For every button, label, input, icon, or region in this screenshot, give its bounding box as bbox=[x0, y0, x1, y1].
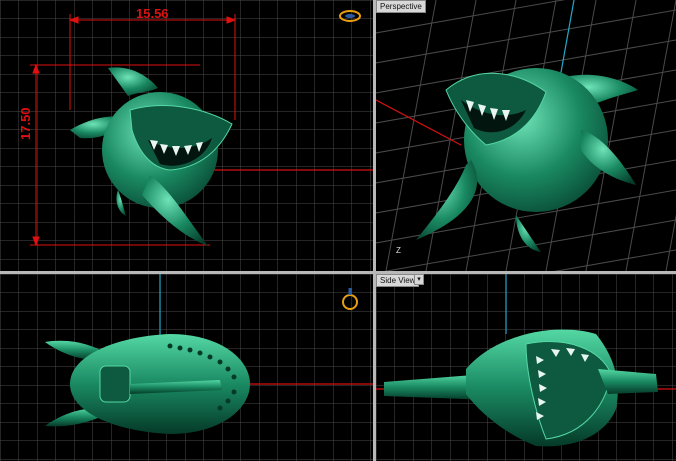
top-viewport[interactable] bbox=[0, 274, 373, 461]
front-viewport[interactable]: 15.56 17.50 bbox=[0, 0, 373, 271]
shark-model bbox=[416, 68, 638, 252]
side-viewport[interactable]: Side View ▾ bbox=[376, 274, 676, 461]
shark-model bbox=[45, 334, 250, 434]
side-view-canvas bbox=[376, 274, 676, 461]
perspective-label[interactable]: Perspective bbox=[376, 0, 426, 13]
viewport-divider-vertical[interactable] bbox=[373, 0, 376, 461]
viewport-divider-horizontal[interactable] bbox=[0, 271, 676, 274]
z-axis-label: Z bbox=[396, 246, 401, 255]
x-axis-line bbox=[376, 99, 462, 146]
chevron-down-icon[interactable]: ▾ bbox=[414, 274, 424, 285]
top-view-canvas bbox=[0, 274, 373, 461]
side-view-label[interactable]: Side View bbox=[376, 274, 420, 287]
perspective-view-canvas bbox=[376, 0, 676, 271]
perspective-viewport[interactable]: Perspective Z bbox=[376, 0, 676, 271]
dimension-height: 17.50 bbox=[18, 107, 33, 140]
front-view-canvas bbox=[0, 0, 373, 271]
dimension-width: 15.56 bbox=[136, 6, 169, 21]
